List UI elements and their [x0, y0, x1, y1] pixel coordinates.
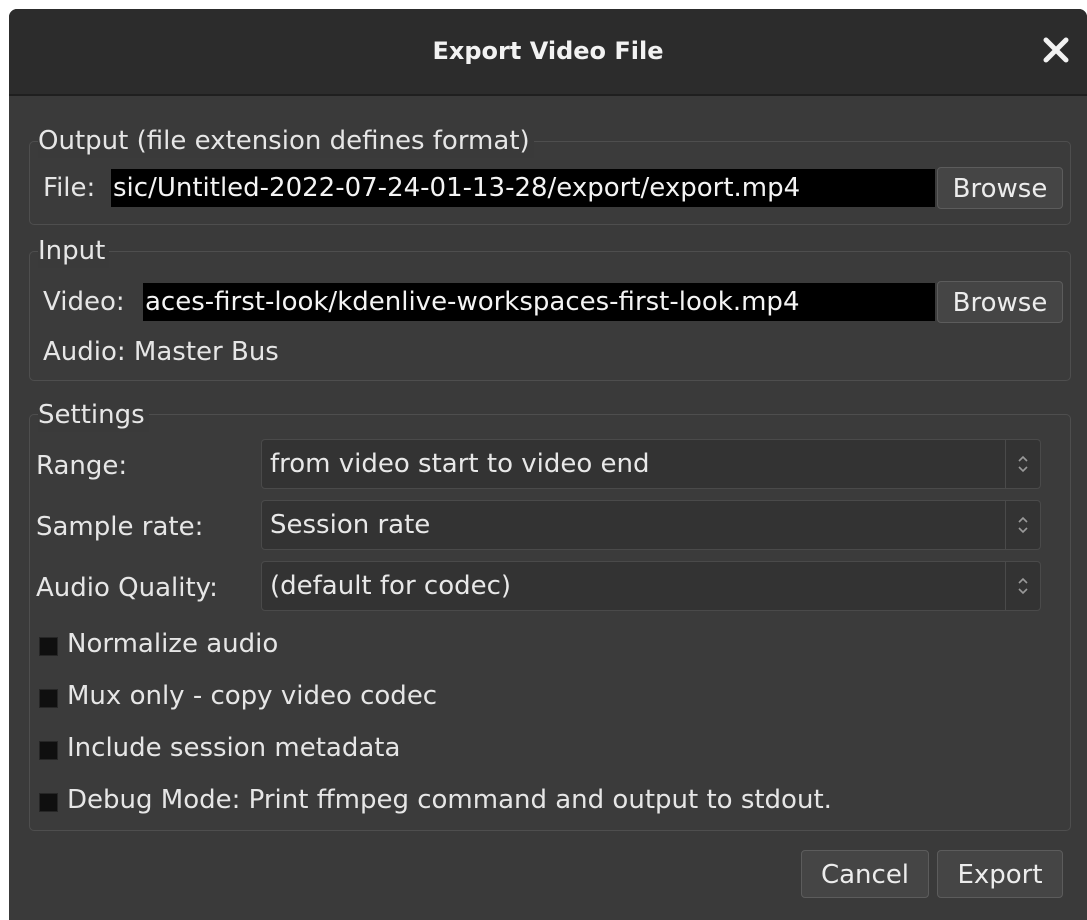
sample-rate-dropdown[interactable]: Session rate — [261, 500, 1041, 550]
export-button[interactable]: Export — [937, 850, 1063, 898]
debug-mode-label: Debug Mode: Print ffmpeg command and out… — [67, 785, 832, 815]
title-bar: Export Video File — [9, 9, 1087, 96]
input-frame-label: Input — [38, 234, 110, 268]
close-icon — [1043, 37, 1069, 63]
settings-frame-label: Settings — [38, 398, 149, 432]
file-path-value: sic/Untitled-2022-07-24-01-13-28/export/… — [113, 173, 801, 203]
close-button[interactable] — [1039, 33, 1073, 67]
video-path-field[interactable]: aces-first-look/kdenlive-workspaces-firs… — [143, 283, 935, 321]
audio-source-text: Audio: Master Bus — [43, 337, 279, 367]
checkbox-box[interactable] — [39, 793, 58, 812]
video-path-value: aces-first-look/kdenlive-workspaces-firs… — [145, 287, 800, 317]
sample-rate-value: Session rate — [270, 510, 431, 540]
sample-rate-dropdown-arrow — [1005, 501, 1040, 549]
audio-quality-label: Audio Quality: — [36, 573, 218, 603]
audio-quality-value: (default for codec) — [270, 571, 512, 601]
chevron-up-down-icon — [1018, 455, 1028, 473]
video-label: Video: — [43, 287, 125, 317]
chevron-up-down-icon — [1018, 516, 1028, 534]
file-path-field[interactable]: sic/Untitled-2022-07-24-01-13-28/export/… — [111, 169, 935, 207]
checkbox-box[interactable] — [39, 637, 58, 656]
checkbox-box[interactable] — [39, 689, 58, 708]
cancel-button[interactable]: Cancel — [801, 850, 929, 898]
file-label: File: — [43, 173, 96, 203]
checkbox-box[interactable] — [39, 741, 58, 760]
include-metadata-label: Include session metadata — [67, 733, 401, 763]
output-frame-label: Output (file extension defines format) — [38, 124, 534, 158]
input-browse-button[interactable]: Browse — [937, 281, 1063, 323]
range-dropdown[interactable]: from video start to video end — [261, 439, 1041, 489]
export-video-dialog: Export Video File Output (file extension… — [9, 9, 1087, 920]
mux-only-label: Mux only - copy video codec — [67, 681, 438, 711]
chevron-up-down-icon — [1018, 577, 1028, 595]
range-dropdown-arrow — [1005, 440, 1040, 488]
range-value: from video start to video end — [270, 449, 650, 479]
output-browse-button[interactable]: Browse — [937, 167, 1063, 209]
sample-rate-label: Sample rate: — [36, 512, 204, 542]
normalize-audio-label: Normalize audio — [67, 629, 279, 659]
audio-quality-dropdown[interactable]: (default for codec) — [261, 561, 1041, 611]
range-label: Range: — [36, 451, 128, 481]
dialog-title: Export Video File — [432, 37, 664, 65]
audio-quality-dropdown-arrow — [1005, 562, 1040, 610]
